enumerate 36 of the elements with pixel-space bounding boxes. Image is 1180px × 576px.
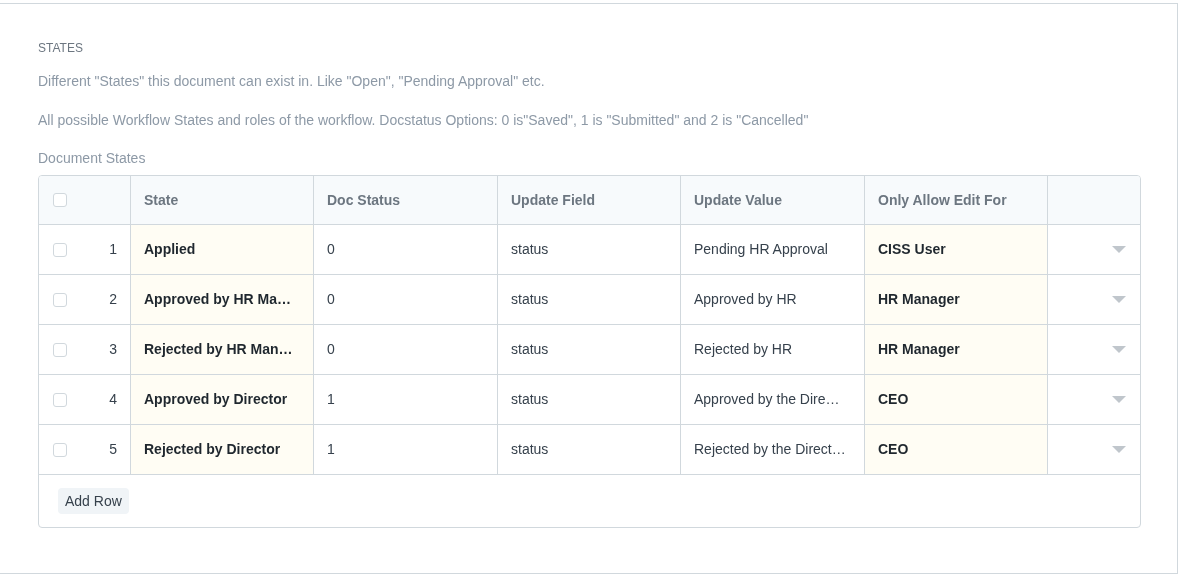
table-label: Document States xyxy=(38,149,147,167)
section-heading: STATES xyxy=(38,40,84,56)
table-cell: Approved by Director xyxy=(131,375,314,424)
table-cell: Approved by HR Ma… xyxy=(131,275,314,324)
table-cell: CEO xyxy=(865,425,1048,474)
checkbox[interactable] xyxy=(53,242,67,257)
column-header: Only Allow Edit For xyxy=(865,176,1048,224)
table-cell: Applied xyxy=(131,225,314,274)
table-cell: Rejected by HR Man… xyxy=(131,325,314,374)
checkbox[interactable] xyxy=(53,442,67,457)
column-header: Update Field xyxy=(498,176,681,224)
column-header: Update Value xyxy=(681,176,865,224)
table-cell: HR Manager xyxy=(865,275,1048,324)
table-cell: HR Manager xyxy=(865,325,1048,374)
add-row-button[interactable]: Add Row xyxy=(58,488,129,514)
column-header: State xyxy=(131,176,314,224)
dropdown-caret-icon[interactable] xyxy=(1112,245,1126,254)
dropdown-caret-icon[interactable] xyxy=(1112,445,1126,454)
checkbox[interactable] xyxy=(53,392,67,407)
table-cell: CEO xyxy=(865,375,1048,424)
row-number: 3 xyxy=(109,340,117,359)
checkbox[interactable] xyxy=(53,342,67,357)
dropdown-caret-icon[interactable] xyxy=(1112,295,1126,304)
row-number: 5 xyxy=(109,440,117,459)
table-cell: CISS User xyxy=(865,225,1048,274)
section-description: Different "States" this document can exist in. Like "Open", "Pending Approval" etc. xyxy=(38,72,546,90)
dropdown-caret-icon[interactable] xyxy=(1112,345,1126,354)
table-cell: Rejected by Director xyxy=(131,425,314,474)
help-text: All possible Workflow States and roles of the workflow. Docstatus Options: 0 is"Saved", 1 is "Submitted" and 2 is "Cancelled" xyxy=(38,111,810,129)
column-header: Doc Status xyxy=(314,176,498,224)
checkbox[interactable] xyxy=(53,193,67,207)
row-number: 1 xyxy=(109,240,117,259)
row-number: 4 xyxy=(109,390,117,409)
dropdown-caret-icon[interactable] xyxy=(1112,395,1126,404)
row-number: 2 xyxy=(109,290,117,309)
checkbox[interactable] xyxy=(53,292,67,307)
